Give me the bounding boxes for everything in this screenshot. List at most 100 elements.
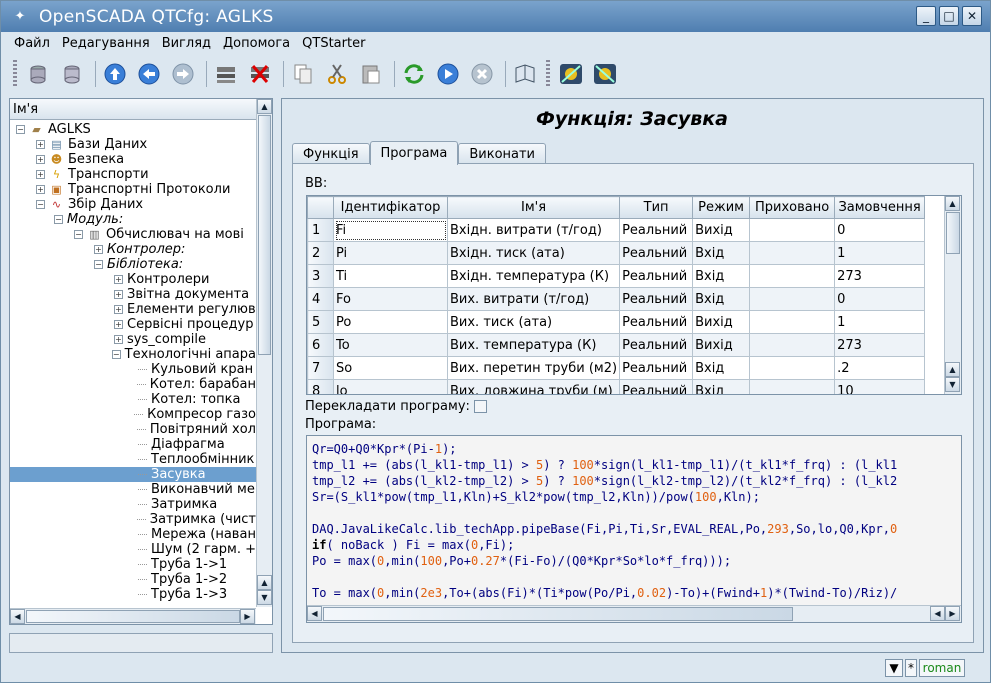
row-header[interactable]: 8: [307, 379, 334, 394]
table-cell[interactable]: Вихід: [692, 218, 751, 242]
collapse-icon[interactable]: −: [54, 215, 63, 224]
translate-program-checkbox[interactable]: [474, 400, 487, 413]
expand-icon[interactable]: +: [114, 290, 123, 299]
tree-item[interactable]: + sys_compile: [10, 332, 256, 347]
user-indicator[interactable]: roman: [919, 659, 965, 677]
tree-item[interactable]: Котел: барабан: [10, 377, 256, 392]
table-cell[interactable]: [749, 264, 836, 288]
scroll-up-button[interactable]: ▲: [257, 99, 272, 114]
delete-item-icon[interactable]: [245, 59, 275, 89]
tree-item[interactable]: + ☻ Безпека: [10, 152, 256, 167]
menu-file[interactable]: Файл: [8, 36, 56, 51]
maximize-button[interactable]: □: [939, 6, 959, 26]
stop-icon[interactable]: [467, 59, 497, 89]
table-cell[interactable]: Вхідн. температура (К): [446, 264, 621, 288]
row-header[interactable]: 1: [307, 218, 334, 242]
code-line[interactable]: Qr=Q0+Q0*Kpr*(Pi-1);: [312, 441, 897, 457]
code-line[interactable]: Sr=(S_kl1*pow(tmp_l1,Kln)+S_kl2*pow(tmp_…: [312, 489, 897, 505]
table-cell[interactable]: [749, 379, 836, 394]
column-header[interactable]: Приховано: [749, 196, 836, 219]
collapse-icon[interactable]: −: [16, 125, 25, 134]
table-cell[interactable]: Вхідн. тиск (ата): [446, 241, 621, 265]
table-cell[interactable]: Вихід: [692, 310, 751, 334]
table-cell[interactable]: [749, 356, 836, 380]
tree-item[interactable]: Затримка: [10, 497, 256, 512]
close-button[interactable]: ✕: [962, 6, 982, 26]
scroll-up-button[interactable]: ▲: [257, 575, 272, 590]
table-row[interactable]: 6 To Вих. температура (К) Реальний Вихід 273: [307, 333, 926, 357]
table-cell[interactable]: To: [333, 333, 448, 357]
tree-item[interactable]: Повітряний хол: [10, 422, 256, 437]
expand-icon[interactable]: +: [36, 155, 45, 164]
tree-item[interactable]: Труба 1->3: [10, 587, 256, 602]
copy-icon[interactable]: [288, 59, 318, 89]
table-cell[interactable]: Вхід: [692, 356, 751, 380]
column-header[interactable]: Замовчення: [834, 196, 926, 219]
tree-item[interactable]: Котел: топка: [10, 392, 256, 407]
scroll-left-button[interactable]: ◀: [10, 609, 25, 624]
code-horizontal-scrollbar[interactable]: ◀ ◀ ▶: [307, 605, 961, 622]
row-header[interactable]: 6: [307, 333, 334, 357]
tab-execute[interactable]: Виконати: [458, 143, 547, 165]
table-cell[interactable]: Вхід: [692, 241, 751, 265]
tree-item[interactable]: Засувка: [10, 467, 256, 482]
table-cell[interactable]: [749, 287, 836, 311]
table-cell[interactable]: 273: [834, 264, 926, 288]
db-load-icon[interactable]: [23, 59, 53, 89]
expand-icon[interactable]: +: [36, 140, 45, 149]
table-cell[interactable]: Вхідн. витрати (т/год): [446, 218, 621, 242]
expand-icon[interactable]: +: [36, 170, 45, 179]
table-cell[interactable]: Fo: [333, 287, 448, 311]
menu-help[interactable]: Допомога: [217, 36, 296, 51]
collapse-icon[interactable]: −: [74, 230, 83, 239]
scroll-down-button[interactable]: ▼: [257, 590, 272, 605]
back-icon[interactable]: [134, 59, 164, 89]
table-row[interactable]: 5 Po Вих. тиск (ата) Реальний Вихід 1: [307, 310, 926, 334]
column-header[interactable]: Тип: [619, 196, 694, 219]
table-cell[interactable]: Реальний: [619, 356, 694, 380]
scroll-up-button[interactable]: ▲: [945, 362, 960, 377]
tree-item[interactable]: Шум (2 гарм. +: [10, 542, 256, 557]
refresh-icon[interactable]: [399, 59, 429, 89]
table-cell[interactable]: [749, 333, 836, 357]
expand-icon[interactable]: +: [36, 185, 45, 194]
tree-item[interactable]: Діафрагма: [10, 437, 256, 452]
table-cell[interactable]: Реальний: [619, 310, 694, 334]
row-header[interactable]: 4: [307, 287, 334, 311]
code-line[interactable]: To = max(0,min(2e3,To+(abs(Fi)*(Ti*pow(P…: [312, 585, 897, 601]
up-icon[interactable]: [100, 59, 130, 89]
table-row[interactable]: 7 So Вих. перетин труби (м2) Реальний Вхід .2: [307, 356, 926, 380]
row-header[interactable]: 2: [307, 241, 334, 265]
tree-item[interactable]: − ∿ Збір Даних: [10, 197, 256, 212]
table-cell[interactable]: Вих. температура (К): [446, 333, 621, 357]
code-line[interactable]: if( noBack ) Fi = max(0,Fi);: [312, 537, 897, 553]
title-bar[interactable]: ✦ OpenSCADA QTCfg: AGLKS _ □ ✕: [1, 1, 990, 32]
tree-item[interactable]: + Контролер:: [10, 242, 256, 257]
tree-item[interactable]: − Бібліотека:: [10, 257, 256, 272]
table-cell[interactable]: Ti: [333, 264, 448, 288]
forward-icon[interactable]: [168, 59, 198, 89]
corner-header[interactable]: [307, 196, 334, 219]
tree-item[interactable]: + Звітна документа: [10, 287, 256, 302]
table-cell[interactable]: Вих. довжина труби (м): [446, 379, 621, 394]
scroll-thumb[interactable]: [258, 115, 271, 355]
start-icon[interactable]: [433, 59, 463, 89]
table-cell[interactable]: Реальний: [619, 287, 694, 311]
column-header[interactable]: Ім'я: [446, 196, 621, 219]
tree-item[interactable]: Мережа (наван: [10, 527, 256, 542]
table-cell[interactable]: Вих. перетин труби (м2): [446, 356, 621, 380]
expand-icon[interactable]: +: [114, 275, 123, 284]
table-vertical-scrollbar[interactable]: ▲ ▲ ▼: [944, 196, 961, 394]
db-save-icon[interactable]: [57, 59, 87, 89]
code-line[interactable]: tmp_l1 += (abs(l_kl1-tmp_l1) > 5) ? 100*…: [312, 457, 897, 473]
toolbar-grip[interactable]: [13, 60, 17, 88]
tree-item[interactable]: Теплообмінник: [10, 452, 256, 467]
table-row[interactable]: 3 Ti Вхідн. температура (К) Реальний Вхід 273: [307, 264, 926, 288]
table-cell[interactable]: Вих. витрати (т/год): [446, 287, 621, 311]
table-row[interactable]: 2 Pi Вхідн. тиск (ата) Реальний Вхід 1: [307, 241, 926, 265]
menu-edit[interactable]: Редагування: [56, 36, 156, 51]
tree-item[interactable]: Компресор газо: [10, 407, 256, 422]
expand-icon[interactable]: +: [114, 320, 123, 329]
tree-item[interactable]: + ▤ Бази Даних: [10, 137, 256, 152]
column-header[interactable]: Режим: [692, 196, 751, 219]
